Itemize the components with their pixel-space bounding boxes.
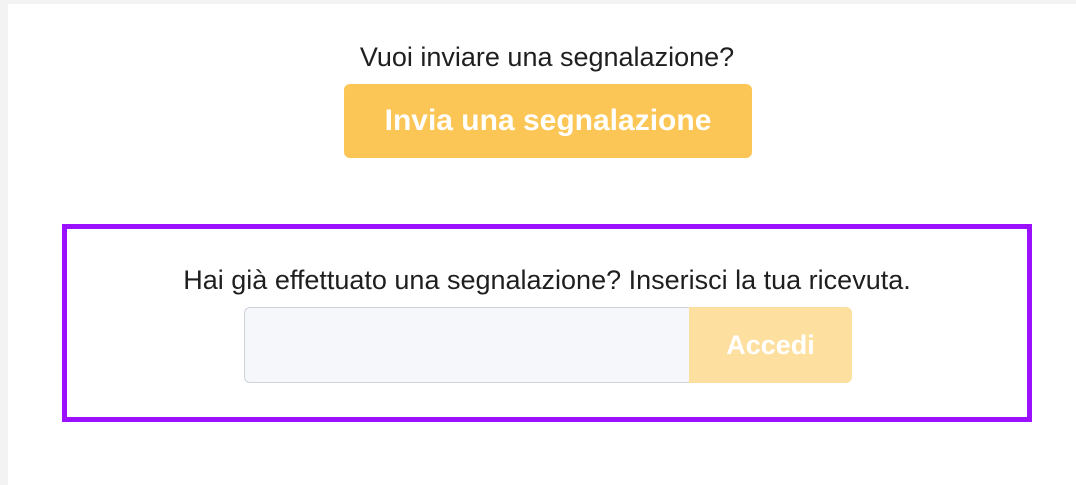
report-question: Vuoi inviare una segnalazione? [359, 42, 735, 72]
receipt-question: Hai già effettuato una segnalazione? Ins… [183, 265, 911, 295]
login-button[interactable]: Accedi [689, 307, 852, 383]
receipt-form: Accedi [244, 307, 852, 383]
submit-report-button[interactable]: Invia una segnalazione [344, 84, 752, 158]
receipt-input[interactable] [244, 307, 689, 383]
page-content: Vuoi inviare una segnalazione? Invia una… [8, 4, 1076, 485]
receipt-section: Hai già effettuato una segnalazione? Ins… [62, 224, 1032, 422]
